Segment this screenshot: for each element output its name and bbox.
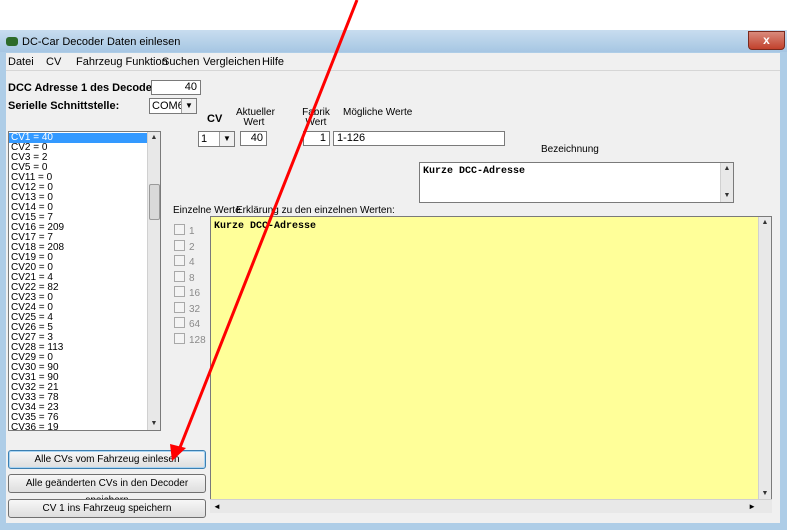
checkbox-label: 16 [189, 288, 201, 299]
aktueller-wert-input[interactable]: 40 [240, 131, 267, 146]
scroll-left-icon[interactable]: ◄ [213, 500, 221, 513]
bit-checkbox[interactable]: 64 [174, 317, 200, 330]
save-cv-button[interactable]: CV 1 ins Fahrzeug speichern [8, 499, 206, 518]
fabrik-wert-label: Fabrik Wert [302, 107, 330, 128]
erklaerung-hscrollbar[interactable]: ◄ ► [210, 499, 772, 513]
bezeichnung-textarea[interactable]: Kurze DCC-Adresse ▲ ▼ [419, 162, 734, 203]
cv-list: CV1 = 40 CV2 = 0 CV3 = 2 CV5 = 0 CV11 = 0 CV1… [9, 133, 149, 431]
list-item[interactable]: CV36 = 19 [9, 423, 149, 431]
scroll-right-icon[interactable]: ► [748, 500, 756, 513]
read-all-cvs-button[interactable]: Alle CVs vom Fahrzeug einlesen [8, 450, 206, 469]
erklaerung-label: Erklärung zu den einzelnen Werten: [236, 205, 395, 216]
save-changed-cvs-button[interactable]: Alle geänderten CVs in den Decoder speic… [8, 474, 206, 506]
cv-list-scrollbar[interactable]: ▲ ▼ [147, 132, 160, 430]
scroll-thumb[interactable] [149, 184, 160, 220]
menu-hilfe[interactable]: Hilfe [262, 56, 284, 68]
bezeichnung-text: Kurze DCC-Adresse [423, 166, 526, 177]
checkbox-box[interactable] [174, 301, 185, 313]
menu-cv[interactable]: CV [46, 56, 61, 68]
bit-checkbox[interactable]: 128 [174, 332, 206, 346]
checkbox-box[interactable] [174, 317, 185, 328]
cv-select[interactable]: 1 ▼ [198, 131, 235, 147]
bit-checkbox[interactable]: 1 [174, 224, 195, 237]
moegliche-werte-input: 1-126 [333, 131, 505, 146]
checkbox-box[interactable] [174, 224, 185, 235]
close-button[interactable]: x [748, 31, 785, 50]
checkbox-label: 64 [189, 319, 201, 330]
fabrik-wert-input: 1 [303, 131, 330, 146]
checkbox-label: 8 [189, 272, 195, 284]
serial-port-label: Serielle Schnittstelle: [8, 100, 120, 112]
menu-suchen[interactable]: Suchen [162, 56, 199, 68]
scroll-up-icon[interactable]: ▲ [148, 132, 160, 144]
chevron-down-icon[interactable]: ▼ [181, 99, 196, 113]
checkbox-label: 4 [189, 257, 195, 268]
serial-port-select[interactable]: COM6 ▼ [149, 98, 197, 114]
scroll-up-icon[interactable]: ▲ [759, 217, 771, 229]
checkbox-box[interactable] [174, 286, 185, 297]
checkbox-label: 128 [189, 334, 206, 346]
checkbox-box[interactable] [174, 270, 185, 282]
checkbox-label: 32 [189, 303, 201, 315]
scroll-down-icon[interactable]: ▼ [721, 190, 733, 202]
bezeichnung-label: Bezeichnung [541, 144, 599, 155]
window-title: DC-Car Decoder Daten einlesen [22, 36, 181, 48]
erklaerung-vscrollbar[interactable]: ▲ ▼ [758, 217, 771, 500]
menu-fahrzeug-funktion[interactable]: Fahrzeug Funktion [76, 56, 168, 68]
erklaerung-textarea[interactable]: Kurze DCC-Adresse ▲ ▼ [210, 216, 772, 512]
checkbox-label: 2 [189, 241, 195, 253]
bit-checkbox[interactable]: 2 [174, 239, 195, 253]
car-icon [6, 37, 18, 46]
cv-listbox[interactable]: CV1 = 40 CV2 = 0 CV3 = 2 CV5 = 0 CV11 = 0 CV1… [8, 131, 161, 431]
erklaerung-text: Kurze DCC-Adresse [214, 221, 317, 232]
serial-port-value: COM6 [152, 100, 184, 112]
checkbox-box[interactable] [174, 332, 185, 344]
checkbox-label: 1 [189, 226, 195, 237]
dcc-address-label: DCC Adresse 1 des Decoders: [8, 82, 166, 94]
aktueller-wert-label: Aktueller Wert [236, 107, 275, 128]
einzelne-werte-label: Einzelne Werte [173, 205, 241, 216]
moegliche-werte-label: Mögliche Werte [343, 107, 413, 118]
cv-label: CV [207, 113, 223, 125]
bit-checkbox[interactable]: 32 [174, 301, 201, 315]
menu-vergleichen[interactable]: Vergleichen [203, 56, 261, 68]
bit-checkbox[interactable]: 16 [174, 286, 200, 299]
dcc-address-input[interactable]: 40 [151, 80, 201, 95]
scroll-down-icon[interactable]: ▼ [148, 418, 160, 430]
bit-checkbox[interactable]: 4 [174, 255, 195, 268]
bezeichnung-scrollbar[interactable]: ▲ ▼ [720, 163, 733, 202]
cv-select-value: 1 [201, 133, 208, 145]
checkbox-box[interactable] [174, 255, 185, 266]
scroll-up-icon[interactable]: ▲ [721, 163, 733, 175]
checkbox-box[interactable] [174, 239, 185, 251]
chevron-down-icon[interactable]: ▼ [219, 132, 234, 146]
bit-checkbox[interactable]: 8 [174, 270, 195, 284]
menu-datei[interactable]: Datei [8, 56, 34, 68]
